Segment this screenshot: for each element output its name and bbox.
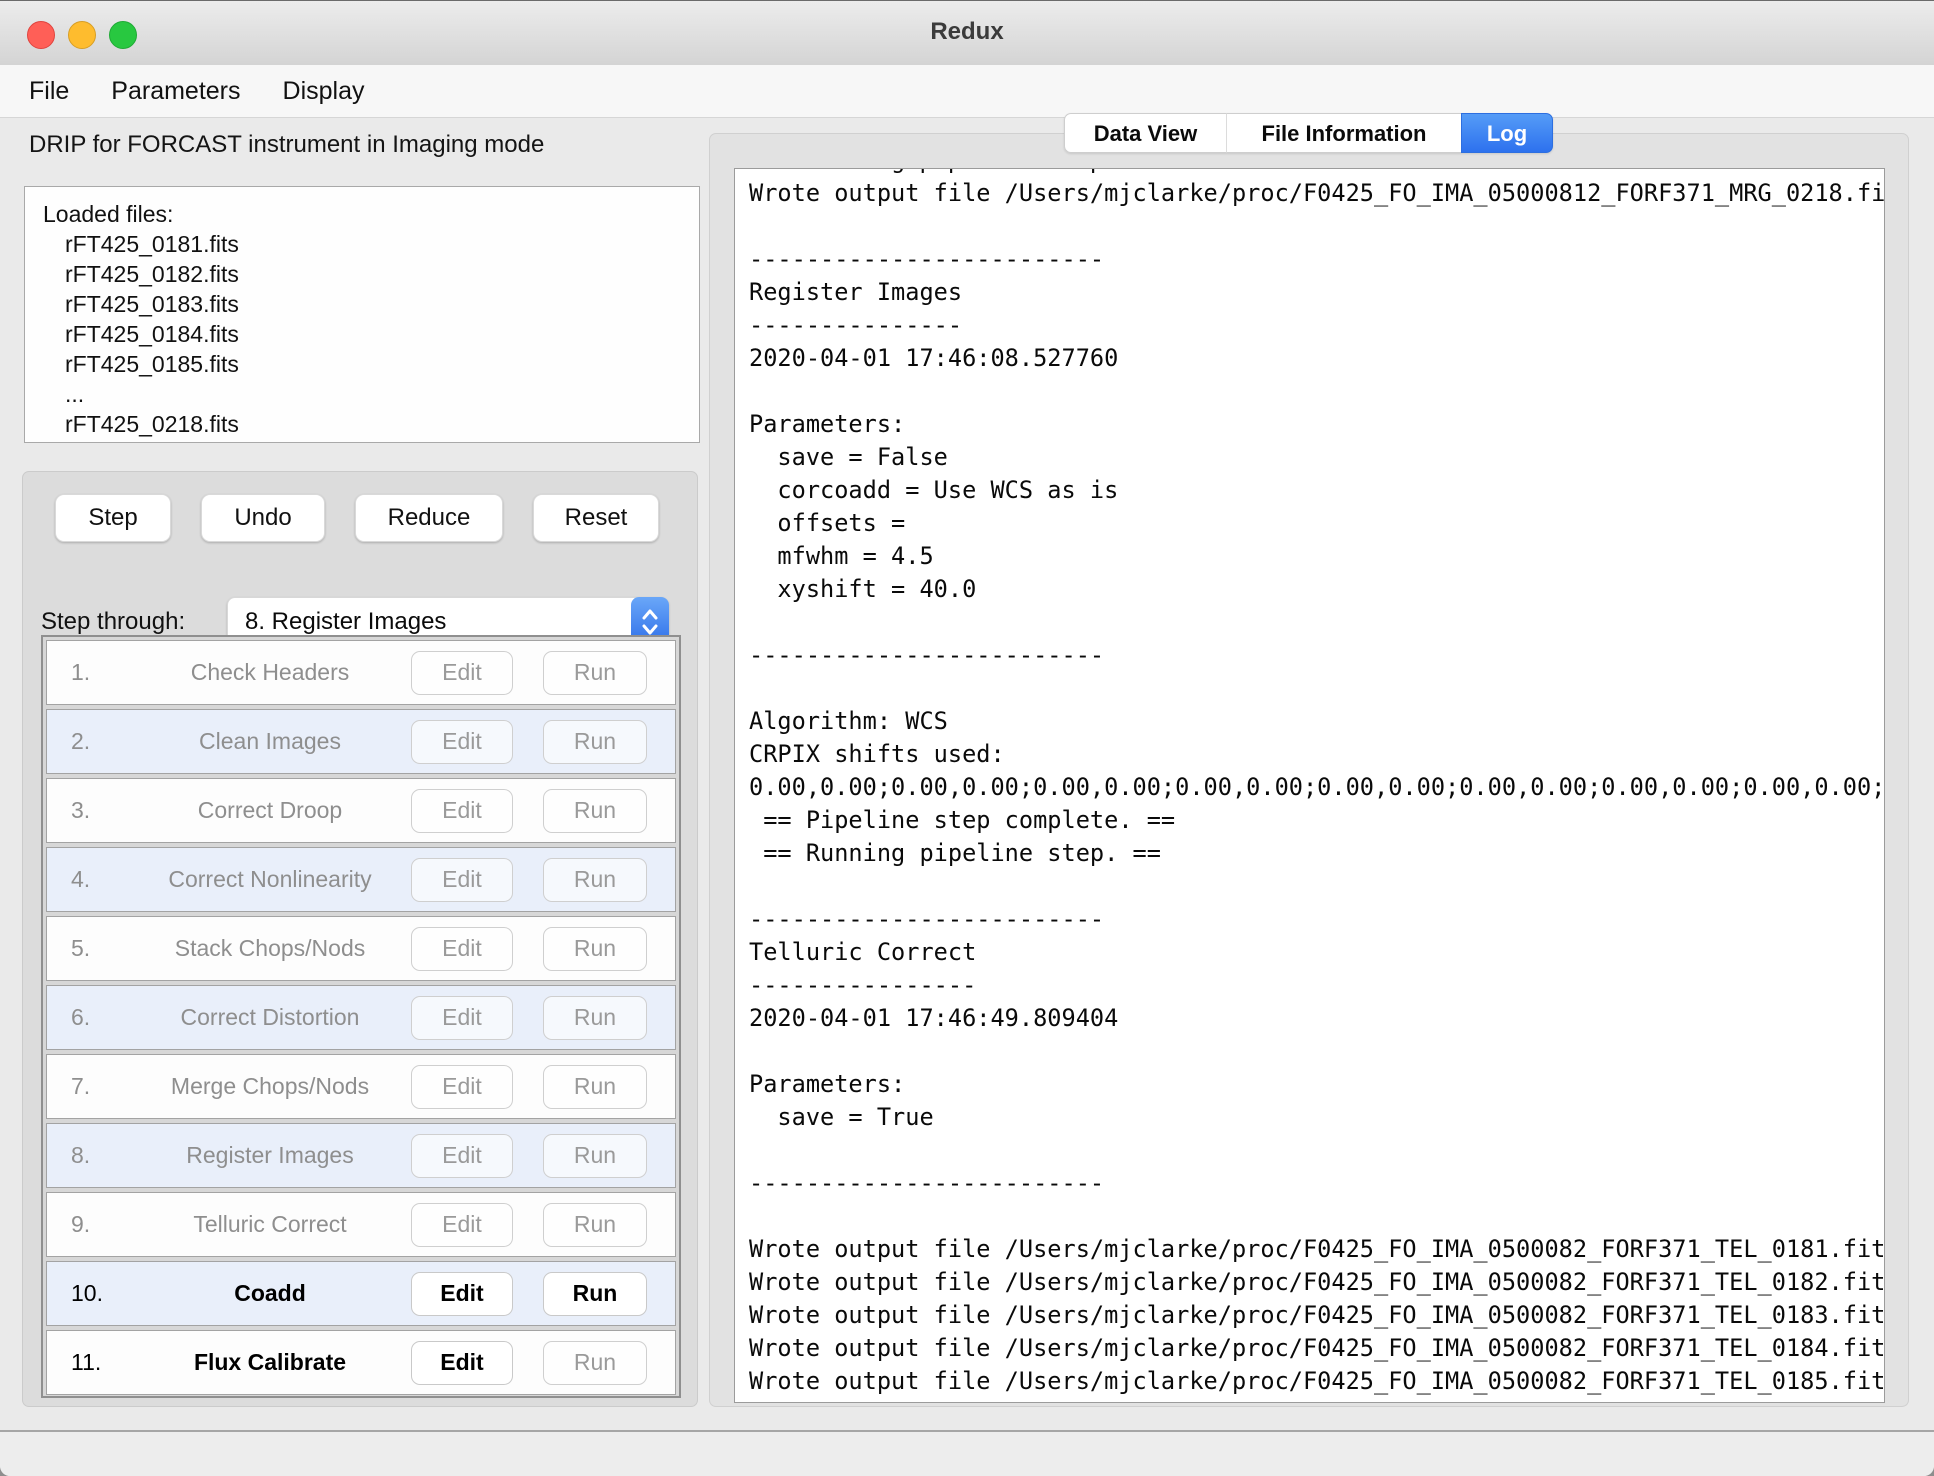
step-number: 1.	[71, 659, 129, 686]
run-button: Run	[543, 927, 647, 971]
loaded-files-list: rFT425_0181.fitsrFT425_0182.fitsrFT425_0…	[43, 229, 699, 439]
run-button: Run	[543, 789, 647, 833]
run-button: Run	[543, 1065, 647, 1109]
run-button: Run	[543, 651, 647, 695]
run-button: Run	[543, 996, 647, 1040]
step-name: Check Headers	[129, 659, 411, 686]
run-button: Run	[543, 1203, 647, 1247]
menu-bar: File Parameters Display	[0, 65, 1934, 118]
run-button[interactable]: Run	[543, 1272, 647, 1316]
step-row-register-images: 8.Register ImagesEdit Run	[46, 1123, 676, 1188]
step-number: 9.	[71, 1211, 129, 1238]
tab-log[interactable]: Log	[1461, 113, 1553, 153]
edit-button: Edit	[411, 720, 513, 764]
step-number: 8.	[71, 1142, 129, 1169]
loaded-file: rFT425_0182.fits	[43, 259, 699, 289]
log-output[interactable]: == Running pipeline step. == Wrote outpu…	[734, 168, 1885, 1403]
step-name: Register Images	[129, 1142, 411, 1169]
run-button: Run	[543, 720, 647, 764]
tab-pane: == Running pipeline step. == Wrote outpu…	[709, 133, 1909, 1407]
step-row-stack-chops-nods: 5.Stack Chops/NodsEdit Run	[46, 916, 676, 981]
tab-bar: Data ViewFile InformationLog	[1064, 113, 1553, 153]
undo-button[interactable]: Undo	[201, 494, 325, 542]
steps-list: 1.Check HeadersEditRun2.Clean ImagesEdit…	[41, 635, 681, 1398]
step-row-coadd: 10.CoaddEdit Run	[46, 1261, 676, 1326]
edit-button: Edit	[411, 996, 513, 1040]
loaded-files-box: Loaded files: rFT425_0181.fitsrFT425_018…	[24, 186, 700, 443]
step-row-correct-distortion: 6.Correct DistortionEdit Run	[46, 985, 676, 1050]
edit-button: Edit	[411, 927, 513, 971]
mode-label: DRIP for FORCAST instrument in Imaging m…	[29, 131, 544, 159]
edit-button: Edit	[411, 1203, 513, 1247]
step-name: Telluric Correct	[129, 1211, 411, 1238]
edit-button[interactable]: Edit	[411, 1341, 513, 1385]
edit-button: Edit	[411, 1065, 513, 1109]
reset-button[interactable]: Reset	[533, 494, 659, 542]
edit-button: Edit	[411, 651, 513, 695]
step-row-telluric-correct: 9.Telluric CorrectEdit Run	[46, 1192, 676, 1257]
step-row-correct-droop: 3.Correct DroopEdit Run	[46, 778, 676, 843]
run-button: Run	[543, 858, 647, 902]
log-clipped-line: == Running pipeline step. ==	[749, 168, 1884, 177]
step-number: 3.	[71, 797, 129, 824]
step-name: Correct Nonlinearity	[129, 866, 411, 893]
menu-item-file[interactable]: File	[29, 65, 69, 117]
menu-item-display[interactable]: Display	[283, 65, 365, 117]
app-window: Redux File Parameters Display DRIP for FOR…	[0, 0, 1934, 1476]
step-row-check-headers: 1.Check HeadersEdit Run	[46, 640, 676, 705]
window-title: Redux	[0, 1, 1934, 65]
edit-button: Edit	[411, 858, 513, 902]
loaded-file: rFT425_0185.fits	[43, 349, 699, 379]
tab-file-information[interactable]: File Information	[1226, 113, 1461, 153]
loaded-file: rFT425_0218.fits	[43, 409, 699, 439]
step-row-correct-nonlinearity: 4.Correct NonlinearityEdit Run	[46, 847, 676, 912]
step-name: Stack Chops/Nods	[129, 935, 411, 962]
edit-button[interactable]: Edit	[411, 1272, 513, 1316]
title-bar[interactable]: Redux	[0, 0, 1934, 66]
step-row-flux-calibrate: 11.Flux CalibrateEdit Run	[46, 1330, 676, 1395]
loaded-files-header: Loaded files:	[43, 199, 699, 229]
edit-button: Edit	[411, 1134, 513, 1178]
step-number: 6.	[71, 1004, 129, 1031]
status-bar	[0, 1432, 1934, 1476]
loaded-file: ...	[43, 379, 699, 409]
loaded-file: rFT425_0183.fits	[43, 289, 699, 319]
step-number: 11.	[71, 1349, 129, 1376]
step-name: Coadd	[129, 1280, 411, 1307]
step-button[interactable]: Step	[55, 494, 171, 542]
menu-item-parameters[interactable]: Parameters	[111, 65, 240, 117]
step-number: 2.	[71, 728, 129, 755]
step-number: 5.	[71, 935, 129, 962]
loaded-file: rFT425_0184.fits	[43, 319, 699, 349]
step-name: Flux Calibrate	[129, 1349, 411, 1376]
step-row-clean-images: 2.Clean ImagesEdit Run	[46, 709, 676, 774]
reduce-button[interactable]: Reduce	[355, 494, 503, 542]
run-button: Run	[543, 1341, 647, 1385]
step-name: Correct Distortion	[129, 1004, 411, 1031]
tab-data-view[interactable]: Data View	[1064, 113, 1226, 153]
step-name: Clean Images	[129, 728, 411, 755]
step-name: Merge Chops/Nods	[129, 1073, 411, 1100]
step-row-merge-chops-nods: 7.Merge Chops/NodsEdit Run	[46, 1054, 676, 1119]
pipeline-panel: Step Undo Reduce Reset Step through: 8. …	[22, 471, 698, 1407]
edit-button: Edit	[411, 789, 513, 833]
log-text: Wrote output file /Users/mjclarke/proc/F…	[749, 177, 1884, 1398]
step-number: 10.	[71, 1280, 129, 1307]
step-number: 7.	[71, 1073, 129, 1100]
loaded-file: rFT425_0181.fits	[43, 229, 699, 259]
run-button: Run	[543, 1134, 647, 1178]
pipeline-controls: Step Undo Reduce Reset	[55, 494, 659, 542]
step-number: 4.	[71, 866, 129, 893]
step-name: Correct Droop	[129, 797, 411, 824]
